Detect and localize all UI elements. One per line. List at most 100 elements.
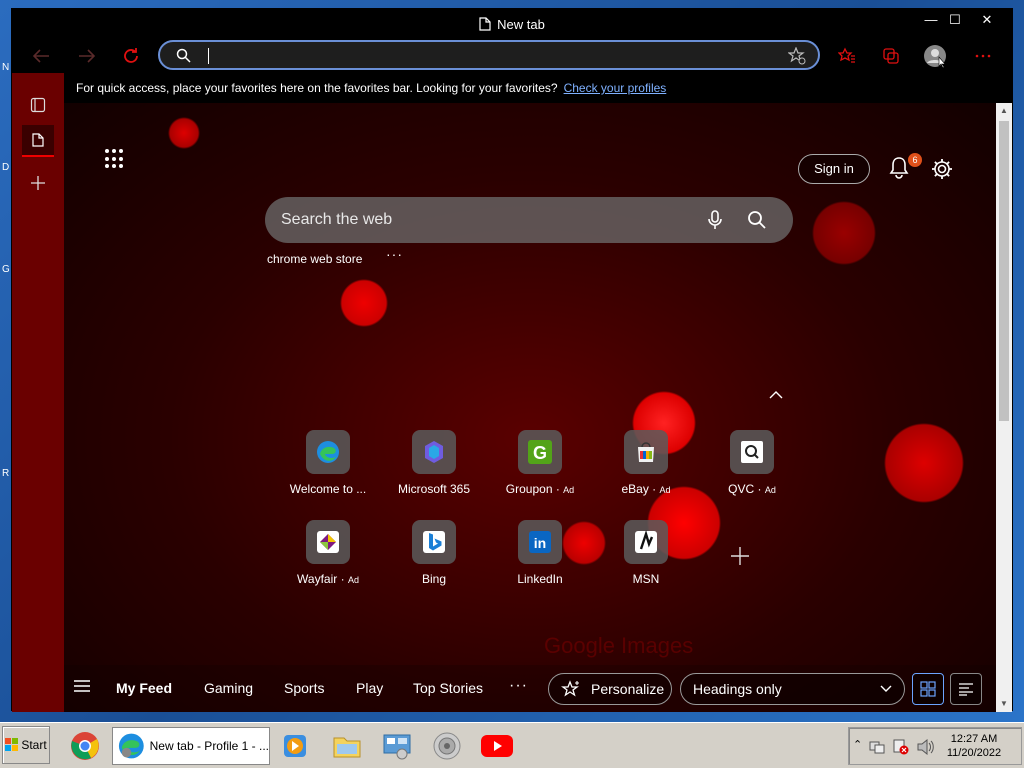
feed-tab-top-stories[interactable]: Top Stories — [413, 680, 483, 696]
quick-link-tile[interactable]: Welcome to ... — [283, 430, 373, 496]
forward-button[interactable] — [74, 43, 100, 69]
feed-tab-play[interactable]: Play — [356, 680, 383, 696]
tile-label: Welcome to ... — [289, 482, 367, 496]
search-icon — [176, 48, 191, 63]
tile-label: Wayfair — [297, 572, 338, 586]
apps-launcher-button[interactable] — [105, 149, 125, 169]
favorites-button[interactable] — [834, 43, 860, 69]
search-suggestion-link[interactable]: chrome web store — [267, 252, 362, 266]
scroll-up-arrow-icon[interactable]: ▲ — [996, 103, 1012, 119]
hamburger-menu-icon[interactable] — [74, 680, 90, 692]
feed-layout-value: Headings only — [693, 681, 782, 697]
youtube-taskbar-button[interactable] — [480, 729, 514, 763]
new-tab-button[interactable] — [22, 167, 54, 199]
quick-link-tile[interactable]: Wayfair · Ad — [283, 520, 373, 586]
list-view-button[interactable] — [950, 673, 982, 705]
feed-layout-select[interactable]: Headings only — [680, 673, 905, 705]
desktop-icon-fragment: R — [2, 468, 10, 479]
sign-in-button[interactable]: Sign in — [798, 154, 870, 184]
ad-label: Ad — [563, 485, 575, 495]
favorites-bar-message: For quick access, place your favorites h… — [76, 81, 666, 95]
suggestion-more-button[interactable]: ··· — [386, 246, 403, 262]
linkedin-icon: in — [518, 520, 562, 564]
ad-label: Ad — [659, 485, 671, 495]
scroll-down-arrow-icon[interactable]: ▼ — [996, 696, 1012, 712]
profile-avatar-icon — [924, 45, 946, 68]
tile-label: Bing — [421, 572, 447, 586]
new-tab-page: Sign in 6 chrome web store ··· Welcome t… — [64, 103, 996, 712]
action-center-warning-icon[interactable] — [893, 739, 909, 755]
vertical-tab-new-tab[interactable] — [22, 125, 54, 157]
sparkle-star-icon — [561, 680, 579, 697]
file-explorer-taskbar-button[interactable] — [330, 729, 364, 763]
system-tray: ⌃ 12:27 AM 11/20/2022 — [848, 727, 1022, 765]
back-button[interactable] — [28, 43, 54, 69]
check-profiles-link[interactable]: Check your profiles — [564, 81, 667, 95]
favorites-bar-text: For quick access, place your favorites h… — [76, 81, 558, 95]
svg-text:in: in — [534, 535, 546, 551]
grid-view-button[interactable] — [912, 673, 944, 705]
add-site-plus-icon[interactable] — [728, 544, 752, 568]
bing-icon — [412, 520, 456, 564]
taskbar-item-edge-new-tab[interactable]: New tab - Profile 1 - ... — [112, 727, 270, 765]
page-icon — [479, 17, 491, 31]
personalize-button[interactable]: Personalize — [548, 673, 672, 705]
tab-actions-button[interactable] — [22, 89, 54, 121]
personalize-label: Personalize — [591, 681, 665, 697]
control-panel-taskbar-button[interactable] — [380, 729, 414, 763]
scrollbar-thumb[interactable] — [999, 121, 1009, 421]
ad-label: Ad — [347, 575, 359, 585]
edge-icon — [306, 430, 350, 474]
profile-button[interactable] — [922, 43, 948, 69]
page-scrollbar[interactable]: ▲ ▼ — [996, 103, 1012, 712]
settings-and-more-button[interactable] — [970, 43, 996, 69]
add-favorite-star-icon[interactable] — [788, 47, 806, 65]
gear-icon[interactable] — [930, 157, 954, 181]
refresh-button[interactable] — [118, 43, 144, 69]
taskbar-item-label: New tab - Profile 1 - ... — [149, 739, 269, 753]
favorites-bar: For quick access, place your favorites h… — [64, 73, 1012, 103]
quick-link-tile[interactable]: eBay · Ad — [601, 430, 691, 496]
groupon-icon: G — [518, 430, 562, 474]
address-input[interactable] — [206, 47, 766, 65]
chevron-down-icon — [880, 685, 892, 692]
volume-icon[interactable] — [917, 739, 935, 755]
feed-tab-gaming[interactable]: Gaming — [204, 680, 253, 696]
maximize-button[interactable]: ☐ — [940, 9, 970, 31]
microphone-icon[interactable] — [703, 208, 727, 232]
media-player-icon — [284, 735, 306, 757]
search-icon[interactable] — [745, 208, 769, 232]
tile-label: Microsoft 365 — [397, 482, 471, 496]
tab-actions-icon — [30, 97, 46, 113]
feed-tab-sports[interactable]: Sports — [284, 680, 324, 696]
web-search-box[interactable] — [265, 197, 793, 243]
forward-arrow-icon — [79, 49, 96, 63]
chevron-up-icon[interactable] — [766, 387, 786, 403]
media-player-taskbar-button[interactable] — [278, 729, 312, 763]
address-bar[interactable] — [158, 40, 820, 70]
feed-navigation-bar: My Feed Gaming Sports Play Top Stories ·… — [64, 665, 996, 712]
quick-link-tile[interactable]: Bing — [389, 520, 479, 586]
quick-link-tile[interactable]: QVC · Ad — [707, 430, 797, 496]
network-icon[interactable] — [869, 739, 885, 755]
more-dots-icon — [975, 54, 991, 58]
start-button[interactable]: Start — [2, 726, 50, 764]
show-hidden-icons-chevron-icon[interactable]: ⌃ — [853, 738, 862, 751]
title-bar: New tab — ☐ ✕ — [12, 9, 1012, 39]
quick-link-tile[interactable]: MSN — [601, 520, 691, 586]
close-button[interactable]: ✕ — [972, 9, 1002, 31]
chrome-icon — [71, 732, 99, 760]
feed-more-button[interactable]: ··· — [509, 677, 528, 695]
desktop-icon-fragment: G — [2, 264, 10, 275]
speaker-taskbar-button[interactable] — [430, 729, 464, 763]
collections-button[interactable] — [878, 43, 904, 69]
quick-link-tile[interactable]: in LinkedIn — [495, 520, 585, 586]
chrome-taskbar-button[interactable] — [68, 729, 102, 763]
wayfair-icon — [306, 520, 350, 564]
quick-link-tile[interactable]: Microsoft 365 — [389, 430, 479, 496]
clock[interactable]: 12:27 AM 11/20/2022 — [943, 732, 1005, 760]
web-search-input[interactable] — [281, 209, 681, 231]
svg-text:G: G — [533, 443, 547, 463]
feed-tab-my-feed[interactable]: My Feed — [116, 680, 172, 696]
quick-link-tile[interactable]: G Groupon · Ad — [495, 430, 585, 496]
